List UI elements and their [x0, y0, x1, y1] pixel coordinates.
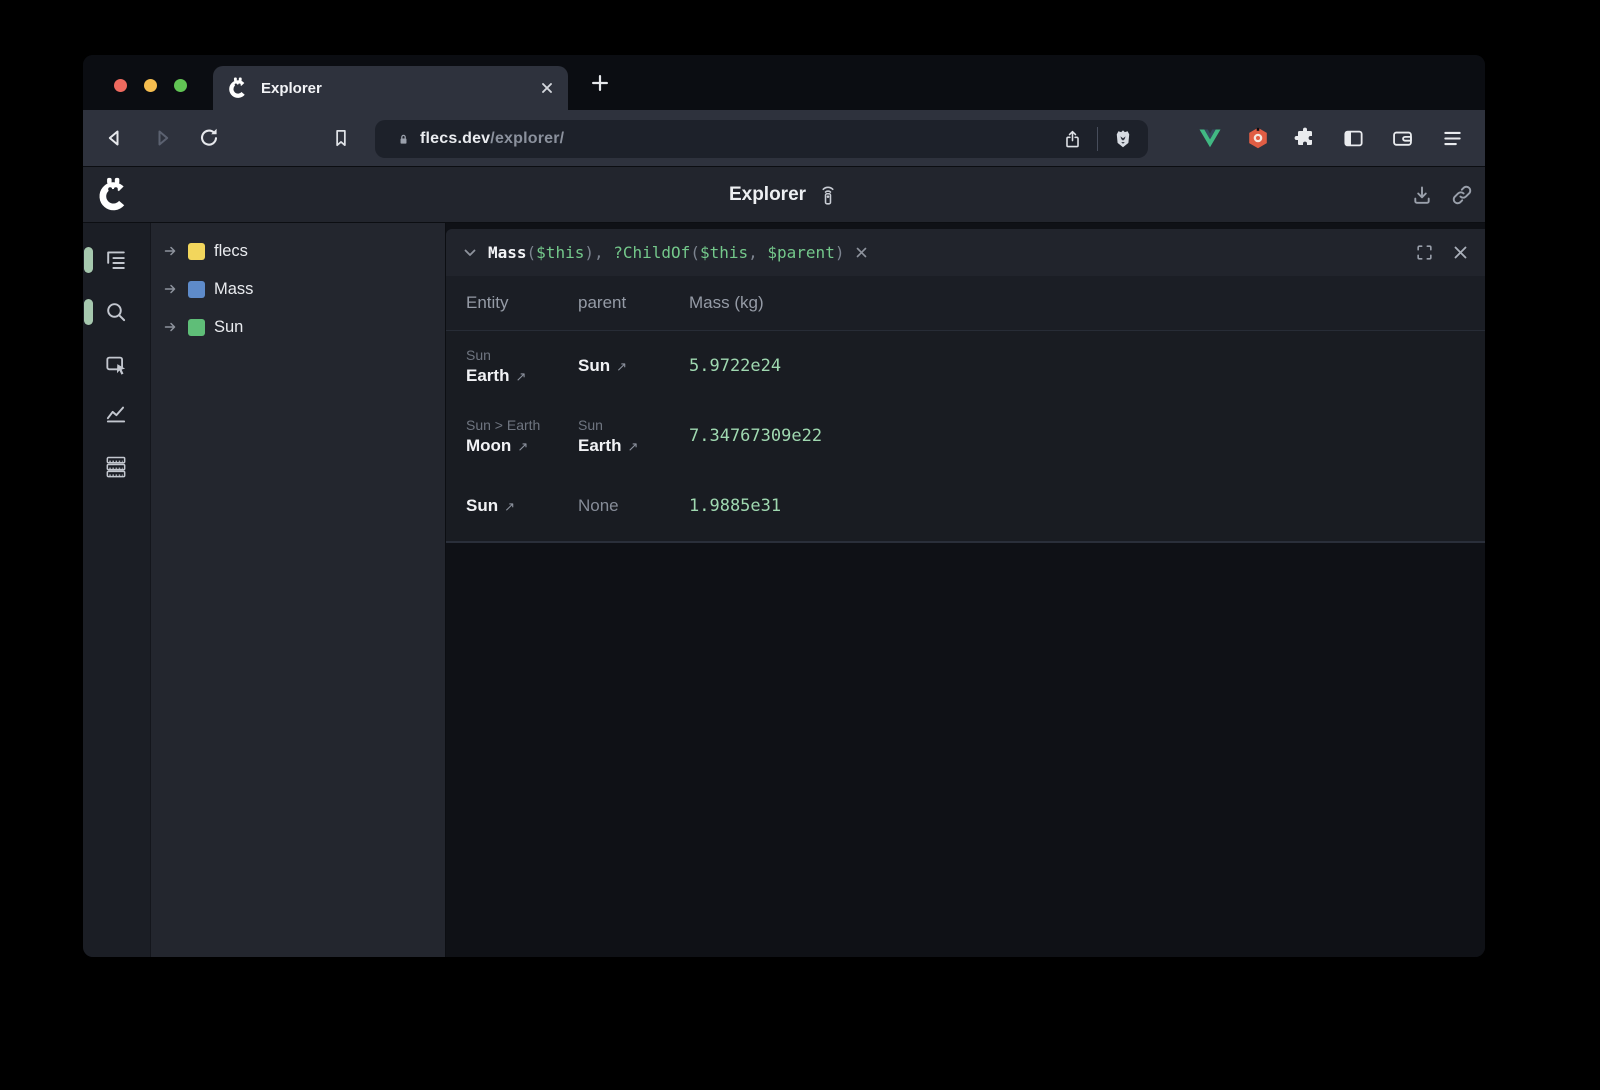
tab-bar: Explorer — [83, 55, 1485, 110]
sidebar-toggle-icon[interactable] — [1339, 124, 1367, 152]
entity-cell: Sun↗ — [446, 496, 578, 516]
copy-link-icon[interactable] — [1447, 180, 1477, 210]
parent-cell: Sun Earth↗ — [578, 417, 689, 456]
query-panel: Mass($this), ?ChildOf($this, $parent) — [446, 229, 1485, 543]
new-tab-button[interactable] — [586, 69, 614, 97]
icon-sidebar — [83, 223, 150, 957]
mass-value: 5.9722e24 — [689, 356, 1485, 376]
flecs-favicon-icon — [227, 77, 249, 99]
fullscreen-icon[interactable] — [1415, 243, 1434, 262]
browser-tab-explorer[interactable]: Explorer — [213, 66, 568, 110]
browser-toolbar: flecs.dev/explorer/ — [83, 110, 1485, 167]
mass-value: 1.9885e31 — [689, 496, 1485, 516]
query-bar: Mass($this), ?ChildOf($this, $parent) — [446, 229, 1485, 276]
download-icon[interactable] — [1407, 180, 1437, 210]
mass-value: 7.34767309e22 — [689, 426, 1485, 446]
entity-link[interactable]: Sun↗ — [466, 496, 578, 516]
sidebar-stats-icon[interactable] — [98, 395, 134, 431]
table-row: Sun > Earth Moon↗ Sun Earth↗ 7.34767309e… — [446, 401, 1485, 471]
sidebar-memory-icon[interactable] — [98, 448, 134, 484]
external-link-icon: ↗ — [616, 359, 627, 374]
external-link-icon: ↗ — [517, 439, 528, 454]
url-path: /explorer/ — [490, 130, 564, 147]
wallet-icon[interactable] — [1388, 124, 1416, 152]
share-icon[interactable] — [1062, 129, 1083, 150]
expand-arrow-icon[interactable] — [163, 319, 179, 335]
sidebar-search-icon[interactable] — [98, 294, 134, 330]
parent-cell: None — [578, 496, 689, 516]
reload-button[interactable] — [195, 124, 223, 152]
parent-path: Sun — [578, 417, 689, 433]
tab-close-icon[interactable] — [540, 81, 554, 95]
entity-color-swatch — [188, 319, 205, 336]
parent-cell: Sun↗ — [578, 356, 689, 376]
entity-cell: Sun > Earth Moon↗ — [446, 417, 578, 456]
page-title: Explorer — [729, 184, 806, 206]
tree-item-label: Sun — [214, 318, 243, 337]
entity-link[interactable]: Moon↗ — [466, 436, 578, 456]
query-clear-icon[interactable] — [854, 245, 869, 260]
entity-path: Sun — [466, 347, 578, 363]
chevron-down-icon[interactable] — [462, 245, 478, 261]
browser-window: Explorer — [83, 55, 1485, 957]
query-expression[interactable]: Mass($this), ?ChildOf($this, $parent) — [488, 243, 844, 262]
url-domain: flecs.dev — [420, 130, 490, 147]
active-indicator — [84, 247, 93, 273]
entity-tree-panel: flecs Mass Sun — [150, 223, 445, 957]
column-header-parent: parent — [578, 293, 689, 313]
extensions-puzzle-icon[interactable] — [1291, 124, 1319, 152]
entity-link[interactable]: Earth↗ — [466, 366, 578, 386]
expand-arrow-icon[interactable] — [163, 243, 179, 259]
expand-arrow-icon[interactable] — [163, 281, 179, 297]
menu-icon[interactable] — [1438, 124, 1466, 152]
traffic-lights — [114, 79, 187, 92]
table-row: Sun Earth↗ Sun↗ 5.9722e24 — [446, 331, 1485, 401]
brave-shield-icon[interactable] — [1112, 128, 1134, 150]
tree-item[interactable]: flecs — [151, 232, 445, 270]
url-text: flecs.dev/explorer/ — [420, 130, 564, 148]
entity-cell: Sun Earth↗ — [446, 347, 578, 386]
main-content: flecs Mass Sun Mass($this), ?ChildOf($th… — [83, 222, 1485, 957]
close-window-button[interactable] — [114, 79, 127, 92]
tree-item-label: Mass — [214, 280, 253, 299]
lock-icon — [395, 131, 412, 148]
close-panel-icon[interactable] — [1452, 244, 1469, 261]
app-header: Explorer — [83, 167, 1485, 222]
result-table-body: Sun Earth↗ Sun↗ 5.9722e24 Sun > Earth Mo… — [446, 331, 1485, 541]
remote-connection-icon[interactable] — [817, 183, 839, 207]
entity-path: Sun > Earth — [466, 417, 578, 433]
parent-link[interactable]: Earth↗ — [578, 436, 689, 456]
parent-link[interactable]: None — [578, 496, 689, 516]
parent-link[interactable]: Sun↗ — [578, 356, 689, 376]
back-button[interactable] — [101, 124, 129, 152]
entity-color-swatch — [188, 281, 205, 298]
tree-item[interactable]: Mass — [151, 270, 445, 308]
sidebar-tree-icon[interactable] — [98, 242, 134, 278]
query-area: Mass($this), ?ChildOf($this, $parent) — [445, 223, 1485, 957]
table-header: Entity parent Mass (kg) — [446, 276, 1485, 331]
url-bar[interactable]: flecs.dev/explorer/ — [375, 120, 1148, 158]
tree-list: flecs Mass Sun — [151, 232, 445, 346]
entity-color-swatch — [188, 243, 205, 260]
bookmark-icon[interactable] — [327, 124, 355, 152]
hexagon-extension-icon[interactable] — [1244, 124, 1272, 152]
minimize-window-button[interactable] — [144, 79, 157, 92]
zoom-window-button[interactable] — [174, 79, 187, 92]
sidebar-inspect-icon[interactable] — [98, 347, 134, 383]
external-link-icon: ↗ — [627, 439, 638, 454]
column-header-mass: Mass (kg) — [689, 293, 1485, 313]
tree-item[interactable]: Sun — [151, 308, 445, 346]
forward-button[interactable] — [148, 124, 176, 152]
tab-title: Explorer — [261, 80, 322, 97]
column-header-entity: Entity — [446, 293, 578, 313]
external-link-icon: ↗ — [515, 369, 526, 384]
vue-devtools-extension-icon[interactable] — [1196, 124, 1224, 152]
divider — [1097, 127, 1098, 151]
tree-item-label: flecs — [214, 242, 248, 261]
active-indicator — [84, 299, 93, 325]
table-row: Sun↗ None 1.9885e31 — [446, 471, 1485, 541]
external-link-icon: ↗ — [504, 499, 515, 514]
